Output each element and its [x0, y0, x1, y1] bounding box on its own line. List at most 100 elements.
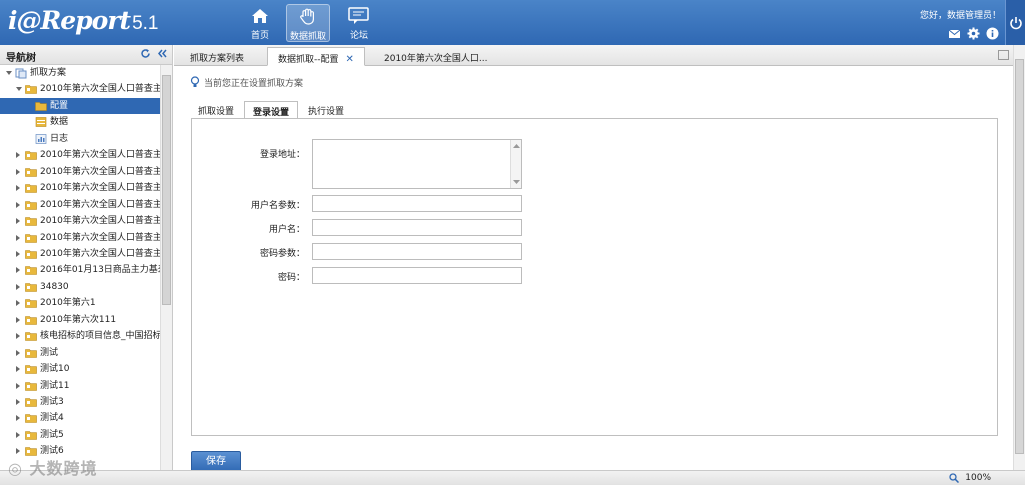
collapsed-toggle-icon[interactable]	[16, 448, 20, 455]
collapsed-toggle-icon[interactable]	[16, 283, 20, 290]
tree-node[interactable]: 测试5	[0, 427, 160, 443]
collapsed-toggle-icon[interactable]	[16, 152, 20, 159]
tree-node[interactable]: 2010年第六次111	[0, 312, 160, 328]
zoom-level[interactable]: 100%	[965, 473, 991, 483]
collapsed-toggle-icon[interactable]	[16, 218, 20, 225]
tree-node[interactable]: 2010年第六次全国人口普查主	[0, 230, 160, 246]
tab-scheme-list[interactable]: 抓取方案列表	[180, 47, 254, 66]
power-button[interactable]	[1005, 0, 1025, 45]
username-param-input[interactable]	[312, 195, 522, 212]
collapsed-toggle-icon[interactable]	[16, 185, 20, 192]
mail-icon[interactable]	[948, 27, 961, 40]
subtab-label: 抓取设置	[198, 107, 235, 117]
tree-node[interactable]: 测试3	[0, 394, 160, 410]
collapse-sidebar-icon[interactable]	[157, 48, 168, 59]
data-icon	[35, 117, 47, 128]
tree-node[interactable]: 核电招标的项目信息_中国招标	[0, 328, 160, 344]
tree-node[interactable]: 2010年第六次全国人口普查主	[0, 180, 160, 196]
password-param-label: 密码参数：	[259, 249, 305, 259]
collapsed-toggle-icon[interactable]	[16, 399, 20, 405]
tab-data-grab-config[interactable]: 数据抓取--配置 ✕	[267, 47, 365, 66]
collapsed-toggle-icon[interactable]	[16, 300, 20, 307]
tree-node-label: 2010年第六次全国人口普查主	[40, 84, 160, 95]
watermark-text: 大数跨境	[29, 459, 98, 478]
power-icon	[1010, 17, 1022, 30]
collapsed-toggle-icon[interactable]	[16, 333, 20, 340]
tree-node[interactable]: 测试4	[0, 410, 160, 426]
tree-node[interactable]: 2016年01月13日商品主力基差	[0, 262, 160, 278]
main-scroll-thumb[interactable]	[1015, 59, 1024, 454]
top-header: i@Report 5.1 首页 数据抓取 论坛 您好，数据管理员！	[0, 0, 1025, 45]
nav-tree-scrollbar[interactable]	[160, 65, 172, 470]
subtab-grab-settings[interactable]: 抓取设置	[190, 101, 242, 119]
collapsed-toggle-icon[interactable]	[16, 201, 20, 208]
collapsed-toggle-icon[interactable]	[16, 234, 20, 241]
collapsed-toggle-icon[interactable]	[16, 382, 20, 389]
tree-node[interactable]: 2010年第六次全国人口普查主	[0, 197, 160, 213]
collapsed-toggle-icon[interactable]	[16, 316, 20, 323]
folder-icon	[25, 249, 37, 259]
tree-node[interactable]: 测试10	[0, 361, 160, 377]
scroll-down-icon[interactable]	[512, 179, 521, 185]
folder-icon	[25, 183, 37, 193]
tree-node[interactable]: 2010年第六次全国人口普查主	[0, 246, 160, 262]
tree-node-label: 34830	[40, 281, 69, 292]
collapsed-toggle-icon[interactable]	[16, 431, 20, 438]
nav-home[interactable]: 首页	[238, 4, 282, 42]
status-hint: 当前您正在设置抓取方案	[190, 76, 303, 89]
refresh-icon[interactable]	[140, 48, 151, 59]
close-icon[interactable]: ✕	[346, 54, 354, 65]
subtab-label: 登录设置	[253, 108, 290, 118]
tree-node[interactable]: 2010年第六1	[0, 295, 160, 311]
login-url-label: 登录地址：	[259, 150, 305, 160]
collapsed-toggle-icon[interactable]	[16, 267, 20, 274]
folder-icon	[25, 233, 37, 243]
collapsed-toggle-icon[interactable]	[16, 168, 20, 175]
tree-node[interactable]: 配置	[0, 97, 160, 114]
login-url-field[interactable]	[312, 139, 522, 189]
scroll-up-icon[interactable]	[512, 143, 521, 149]
tree-node[interactable]: 抓取方案	[0, 65, 160, 81]
zoom-icon[interactable]	[949, 473, 959, 483]
tree-node[interactable]: 2010年第六次全国人口普查主	[0, 81, 160, 97]
tree-node[interactable]: 34830	[0, 279, 160, 295]
expanded-toggle-icon[interactable]	[16, 87, 22, 92]
subtab-exec-settings[interactable]: 执行设置	[300, 101, 352, 119]
tree-node[interactable]: 测试11	[0, 378, 160, 394]
tree-node[interactable]: 2010年第六次全国人口普查主	[0, 213, 160, 229]
password-param-input[interactable]	[312, 243, 522, 260]
status-bar: 100%	[0, 470, 1025, 485]
nav-forum[interactable]: 论坛	[337, 4, 381, 42]
info-icon[interactable]	[986, 27, 999, 40]
folder-icon	[25, 167, 37, 177]
nav-home-label: 首页	[250, 31, 269, 41]
nav-data-grab[interactable]: 数据抓取	[286, 4, 330, 42]
app-logo: i@Report 5.1	[8, 6, 159, 35]
folder-icon	[25, 216, 37, 226]
password-input[interactable]	[312, 267, 522, 284]
nav-tree-scroll-thumb[interactable]	[162, 75, 171, 305]
tab-census-2010[interactable]: 2010年第六次全国人口...	[374, 47, 498, 66]
main-scrollbar[interactable]	[1013, 45, 1025, 470]
tree-node-label: 2016年01月13日商品主力基差	[40, 265, 160, 276]
tree-node-label: 2010年第六次111	[40, 314, 117, 325]
subtab-login-settings[interactable]: 登录设置	[244, 101, 299, 119]
tree-node-label: 核电招标的项目信息_中国招标	[40, 331, 160, 342]
collapsed-toggle-icon[interactable]	[16, 415, 20, 422]
login-url-scrollbar[interactable]	[510, 140, 521, 188]
gear-icon[interactable]	[967, 27, 980, 40]
collapsed-toggle-icon[interactable]	[16, 250, 20, 257]
tree-node-label: 配置	[50, 100, 69, 111]
tree-node[interactable]: 测试	[0, 345, 160, 361]
username-input[interactable]	[312, 219, 522, 236]
tree-node[interactable]: 日志	[0, 131, 160, 147]
tree-node[interactable]: 2010年第六次全国人口普查主	[0, 147, 160, 163]
tree-node[interactable]: 数据	[0, 114, 160, 130]
watermark-logo: ◎ 大数跨境	[8, 459, 98, 478]
tab-list-menu-icon[interactable]	[998, 50, 1009, 60]
expanded-toggle-icon[interactable]	[6, 71, 12, 75]
collapsed-toggle-icon[interactable]	[16, 366, 20, 373]
lightbulb-icon	[190, 76, 200, 87]
tree-node[interactable]: 2010年第六次全国人口普查主	[0, 164, 160, 180]
collapsed-toggle-icon[interactable]	[16, 349, 20, 356]
